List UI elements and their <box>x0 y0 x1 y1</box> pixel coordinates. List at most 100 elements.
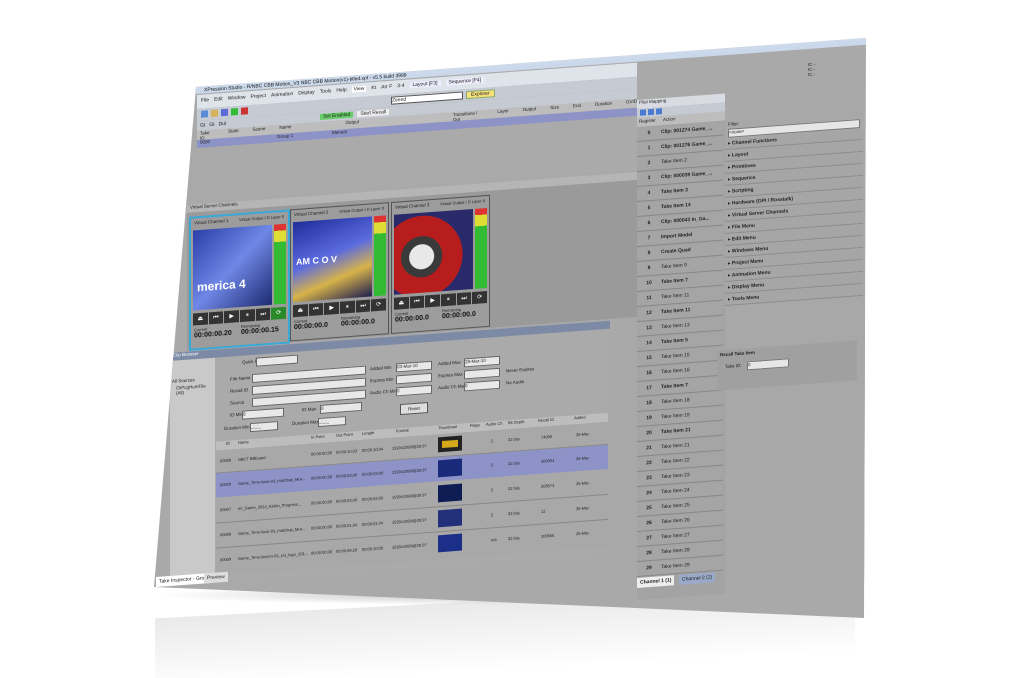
next-icon[interactable]: ⏭ <box>456 292 472 306</box>
clip-col-in[interactable]: In Point <box>311 434 325 440</box>
loop-icon[interactable]: ⟳ <box>271 306 287 320</box>
register-action: Take Item 18 <box>661 397 690 406</box>
virtual-channel-1[interactable]: Virtual Channel 1 Virtual Output I D Lay… <box>189 209 290 351</box>
tab-sequence[interactable]: Sequence [F4] <box>445 76 485 86</box>
stop-icon[interactable] <box>241 107 248 115</box>
next-icon[interactable]: ⏭ <box>355 299 371 313</box>
clip-col-thumbnail[interactable]: Thumbnail <box>438 424 457 430</box>
added-min-input[interactable]: 03-Mar-10 <box>396 360 432 373</box>
seq-btn-gt2[interactable]: Gt <box>209 122 214 128</box>
maximize-button[interactable]: □ <box>838 2 842 8</box>
clip-col-recall[interactable]: Recall ID <box>538 417 554 423</box>
clip-name: NBCT Billboard <box>238 454 266 463</box>
seq-btn-gt1[interactable]: Gt <box>200 122 205 128</box>
menu-animation[interactable]: Animation <box>271 91 293 99</box>
clip-depth: 32 bits <box>508 510 520 517</box>
col-action[interactable]: Action <box>663 116 676 122</box>
function-group-label: Sequence <box>731 174 756 183</box>
start-recall-button[interactable]: Start Recall <box>357 108 390 118</box>
menu-tools[interactable]: Tools <box>320 88 332 95</box>
clip-col-name[interactable]: Name <box>238 439 249 445</box>
play-icon[interactable]: ▶ <box>324 301 340 315</box>
save-icon[interactable] <box>221 108 228 117</box>
virtual-channel-2[interactable]: Virtual Channel 2 Virtual Output I D Lay… <box>290 202 389 342</box>
reset-button[interactable]: Reset <box>400 402 428 416</box>
clip-col-flags[interactable]: Flags <box>470 422 480 428</box>
duration-max-input[interactable]: _:_:_ <box>318 416 346 428</box>
tree-all-sources[interactable]: All Sources <box>170 358 215 384</box>
set-enabled-button[interactable]: Set Enabled <box>320 111 354 120</box>
prev-icon[interactable]: ⏮ <box>409 295 425 309</box>
added-max-input[interactable]: 28-Mar-10 <box>464 355 500 368</box>
clip-depth: 32 bits <box>508 460 520 467</box>
seq-btn-dul[interactable]: Dul <box>219 121 227 128</box>
recall-id-label: Recall ID <box>230 387 249 394</box>
clip-col-out[interactable]: Out Point <box>336 432 353 438</box>
audio-ch-min-input[interactable]: 0 <box>396 384 432 397</box>
clip-col-id[interactable]: ID <box>226 441 230 446</box>
loop-icon[interactable]: ⟳ <box>371 298 387 312</box>
window-controls[interactable]: – □ ✕ <box>833 0 854 8</box>
prev-icon[interactable]: ⏮ <box>308 302 324 317</box>
loop-icon[interactable]: ⟳ <box>472 290 488 305</box>
tab-layout[interactable]: Layout [F3] <box>409 80 441 89</box>
new-icon[interactable] <box>201 110 208 118</box>
pilot-mapping-list: 0 Clip: 001274 Game_... 1 Clip: 001276 Game… <box>637 121 725 578</box>
no-audio-checkbox[interactable]: No Audio <box>506 379 524 385</box>
clip-col-length[interactable]: Length <box>362 430 374 436</box>
play-icon[interactable] <box>231 107 238 116</box>
tab-arr[interactable]: Arr F <box>381 84 392 91</box>
pause-icon[interactable]: ⏸ <box>441 293 456 307</box>
clip-id: 00008 <box>220 457 232 464</box>
clip-col-added[interactable]: Added <box>574 414 586 420</box>
tab-34[interactable]: 3-4 <box>397 83 404 90</box>
explorer-button[interactable]: Explorer <box>466 89 495 100</box>
play-icon[interactable]: ▶ <box>425 294 441 308</box>
menu-project[interactable]: Project <box>250 93 266 100</box>
edit-icon[interactable] <box>648 108 654 116</box>
open-icon[interactable] <box>211 109 218 117</box>
audio-ch-max-input[interactable]: 0 <box>464 379 500 392</box>
eject-icon[interactable]: ⏏ <box>394 296 409 310</box>
expires-min-label: Expires Min <box>370 376 394 384</box>
next-icon[interactable]: ⏭ <box>255 307 271 321</box>
virtual-channel-3[interactable]: Virtual Channel 3 Virtual Output I D Lay… <box>391 194 490 335</box>
add-icon[interactable] <box>640 109 646 116</box>
tab-channel-2[interactable]: Channel 2 (2) <box>679 572 716 585</box>
play-icon[interactable]: ▶ <box>224 310 240 324</box>
menu-display[interactable]: Display <box>298 89 314 96</box>
tab-kt[interactable]: Kt <box>371 85 376 91</box>
clip-id: 00007 <box>220 506 232 513</box>
id-max-input[interactable]: 0 <box>320 401 362 414</box>
duration-min-input[interactable]: _:_:_ <box>250 421 278 433</box>
clip-col-audio[interactable]: Audio Ch <box>486 421 502 427</box>
menu-file[interactable]: File <box>201 97 209 104</box>
minimize-button[interactable]: – <box>833 2 836 8</box>
menu-edit[interactable]: Edit <box>214 96 223 103</box>
readout-3: IC - <box>808 72 816 77</box>
tab-channel-1[interactable]: Channel 1 (1) <box>637 575 675 588</box>
menu-window[interactable]: Window <box>228 94 246 101</box>
app-window: XPression Studio - R/NBC CBB Motion_V3 N… <box>154 0 866 618</box>
expires-min-input[interactable] <box>396 372 432 385</box>
delete-icon[interactable] <box>656 108 662 115</box>
close-button[interactable]: ✕ <box>843 1 854 8</box>
clip-col-format[interactable]: Format <box>396 427 409 433</box>
id-min-input[interactable]: 0 <box>242 407 284 420</box>
eject-icon[interactable]: ⏏ <box>193 312 208 326</box>
clip-col-depth[interactable]: Bit Depth <box>508 419 524 425</box>
clip-thumbnail <box>438 458 462 478</box>
quick-find-input[interactable] <box>256 354 298 367</box>
tab-view[interactable]: View <box>351 85 367 93</box>
prev-icon[interactable]: ⏮ <box>208 311 224 325</box>
never-expires-checkbox[interactable]: Never Expires <box>506 366 534 373</box>
tab-preview[interactable]: Preview <box>204 571 228 584</box>
register-action: Take Item 11 <box>661 292 690 301</box>
pause-icon[interactable]: ⏸ <box>240 309 255 323</box>
pause-icon[interactable]: ⏸ <box>340 300 355 314</box>
menu-help[interactable]: Help <box>336 87 346 94</box>
eject-icon[interactable]: ⏏ <box>293 304 308 318</box>
col-register[interactable]: Register <box>639 118 656 124</box>
expires-max-input[interactable] <box>464 367 500 380</box>
take-id-input[interactable]: 0 <box>747 358 789 371</box>
